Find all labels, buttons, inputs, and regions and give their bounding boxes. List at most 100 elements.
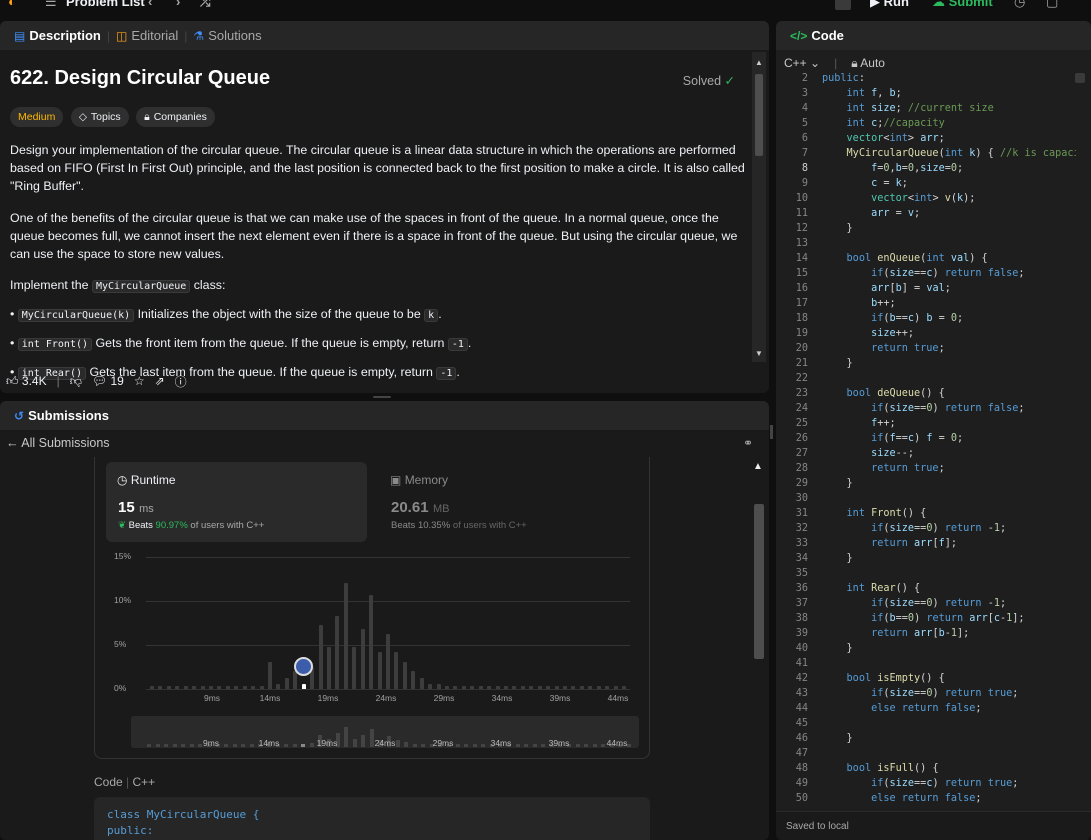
chart-bar[interactable] [251, 686, 256, 689]
code-line[interactable]: 41 [776, 656, 1076, 671]
chart-bar[interactable] [158, 686, 163, 689]
chart-bar[interactable] [327, 646, 331, 689]
thumbs-down-icon[interactable]: 👎︎ [70, 374, 82, 389]
chart-bar[interactable] [352, 646, 357, 689]
chart-bar[interactable] [242, 686, 247, 689]
chart-bar[interactable] [293, 671, 298, 689]
chart-bar[interactable] [343, 583, 348, 689]
chart-bar[interactable] [276, 683, 281, 689]
code-line[interactable]: 42 bool isEmpty() { [776, 671, 1076, 686]
chart-bar[interactable] [596, 686, 601, 689]
chart-bar[interactable] [453, 686, 458, 689]
memory-card[interactable]: ▣ Memory 20.61 MB Beats 10.35% of users … [379, 462, 640, 542]
chart-bar[interactable] [166, 686, 171, 689]
chart-bar[interactable] [360, 629, 365, 689]
chart-bar[interactable] [579, 686, 584, 689]
chart-bar[interactable] [537, 686, 542, 689]
code-line[interactable]: 47 [776, 746, 1076, 761]
code-line[interactable]: 28 return true; [776, 461, 1076, 476]
chart-bar[interactable] [225, 686, 230, 689]
code-line[interactable]: 18 if(b==c) b = 0; [776, 311, 1076, 326]
code-line[interactable]: 17 b++; [776, 296, 1076, 311]
code-line[interactable]: 23 bool deQueue() { [776, 386, 1076, 401]
submit-button[interactable]: ☁ Submit [932, 0, 993, 10]
chart-bar[interactable] [520, 686, 525, 689]
scrollbar-thumb[interactable] [1075, 73, 1085, 83]
chart-bar[interactable] [546, 686, 551, 689]
code-line[interactable]: 46 } [776, 731, 1076, 746]
tab-submissions[interactable]: ↺ Submissions [8, 408, 115, 423]
code-line[interactable]: 15 if(size==c) return false; [776, 266, 1076, 281]
chart-bar[interactable] [150, 686, 154, 689]
code-line[interactable]: 36 int Rear() { [776, 581, 1076, 596]
resize-handle[interactable] [373, 396, 391, 398]
shuffle-icon[interactable]: ⤮ [200, 0, 210, 10]
chart-bar[interactable] [200, 686, 205, 689]
code-line[interactable]: 33 return arr[f]; [776, 536, 1076, 551]
chart-bar[interactable] [470, 686, 475, 689]
chart-bar[interactable] [605, 686, 610, 689]
comments-button[interactable]: 💬︎ 19 [92, 374, 124, 388]
code-line[interactable]: 48 bool isFull() { [776, 761, 1076, 776]
code-line[interactable]: 16 arr[b] = val; [776, 281, 1076, 296]
chart-bar[interactable] [563, 686, 567, 689]
code-line[interactable]: 49 if(size==c) return true; [776, 776, 1076, 791]
chart-bar[interactable] [377, 652, 382, 689]
code-line[interactable]: 5 int c;//capacity [776, 116, 1076, 131]
problem-title[interactable]: 622. Design Circular Queue [10, 68, 745, 88]
code-line[interactable]: 11 arr = v; [776, 206, 1076, 221]
chart-bar[interactable] [622, 686, 626, 689]
code-line[interactable]: 14 bool enQueue(int val) { [776, 251, 1076, 266]
chart-bar[interactable] [175, 686, 180, 689]
code-line[interactable]: 44 else return false; [776, 701, 1076, 716]
code-line[interactable]: 10 vector<int> v(k); [776, 191, 1076, 206]
code-line[interactable]: 20 return true; [776, 341, 1076, 356]
code-line[interactable]: 3 int f, b; [776, 86, 1076, 101]
chart-bar[interactable] [335, 615, 340, 689]
logo-icon[interactable]: ◐ [8, 0, 16, 9]
chart-bar[interactable] [487, 686, 492, 689]
chart-bar[interactable] [386, 633, 390, 689]
star-icon[interactable]: ☆ [134, 374, 145, 388]
all-submissions-link[interactable]: ← All Submissions [6, 436, 110, 450]
notes-icon[interactable]: ▢ [1046, 0, 1058, 10]
code-line[interactable]: 50 else return false; [776, 791, 1076, 806]
vertical-resize-handle[interactable] [770, 425, 773, 439]
code-line[interactable]: 25 f++; [776, 416, 1076, 431]
scroll-up-arrow-icon[interactable]: ▲ [753, 461, 763, 472]
code-line[interactable]: 40 } [776, 641, 1076, 656]
chart-bar[interactable] [445, 686, 449, 689]
runtime-distribution-chart[interactable]: 15% 10% 5% 0% 9ms 14ms 19ms 24ms 29ms 34ms 39ms 44m… [106, 547, 640, 707]
chart-bar[interactable] [529, 686, 534, 689]
tab-editorial[interactable]: ◫ Editorial [110, 28, 184, 43]
code-line[interactable]: 26 if(f==c) f = 0; [776, 431, 1076, 446]
chart-bar[interactable] [411, 671, 416, 689]
chart-bar[interactable] [478, 686, 483, 689]
code-line[interactable]: 9 c = k; [776, 176, 1076, 191]
code-line[interactable]: 45 [776, 716, 1076, 731]
code-line[interactable]: 32 if(size==0) return -1; [776, 521, 1076, 536]
tab-description[interactable]: ▤ Description [8, 28, 107, 43]
scrollbar-thumb[interactable] [755, 74, 763, 156]
share-icon[interactable]: ⇗ [155, 374, 165, 388]
code-line[interactable]: 21 } [776, 356, 1076, 371]
chart-bar-highlight[interactable] [301, 683, 306, 689]
chart-bar[interactable] [318, 624, 323, 689]
like-button[interactable]: 👍︎ 3.4K [6, 374, 47, 389]
code-line[interactable]: 39 return arr[b-1]; [776, 626, 1076, 641]
code-line[interactable]: 22 [776, 371, 1076, 386]
code-editor[interactable]: 2 public: 3 int f, b; 4 int size; //current… [776, 73, 1076, 807]
code-line[interactable]: 27 size--; [776, 446, 1076, 461]
help-icon[interactable]: ⓘ [175, 373, 187, 390]
code-line[interactable]: 37 if(size==0) return -1; [776, 596, 1076, 611]
editor-scrollbar[interactable] [1075, 73, 1085, 807]
chart-bar[interactable] [504, 686, 508, 689]
chart-bar[interactable] [613, 686, 618, 689]
code-line[interactable]: 34 } [776, 551, 1076, 566]
code-line[interactable]: 24 if(size==0) return false; [776, 401, 1076, 416]
scroll-up-arrow-icon[interactable]: ▲ [755, 58, 763, 67]
scroll-down-arrow-icon[interactable]: ▼ [755, 349, 763, 358]
code-line[interactable]: 4 int size; //current size [776, 101, 1076, 116]
chart-bar[interactable] [495, 686, 500, 689]
description-scrollbar[interactable]: ▲ ▼ [752, 52, 766, 362]
